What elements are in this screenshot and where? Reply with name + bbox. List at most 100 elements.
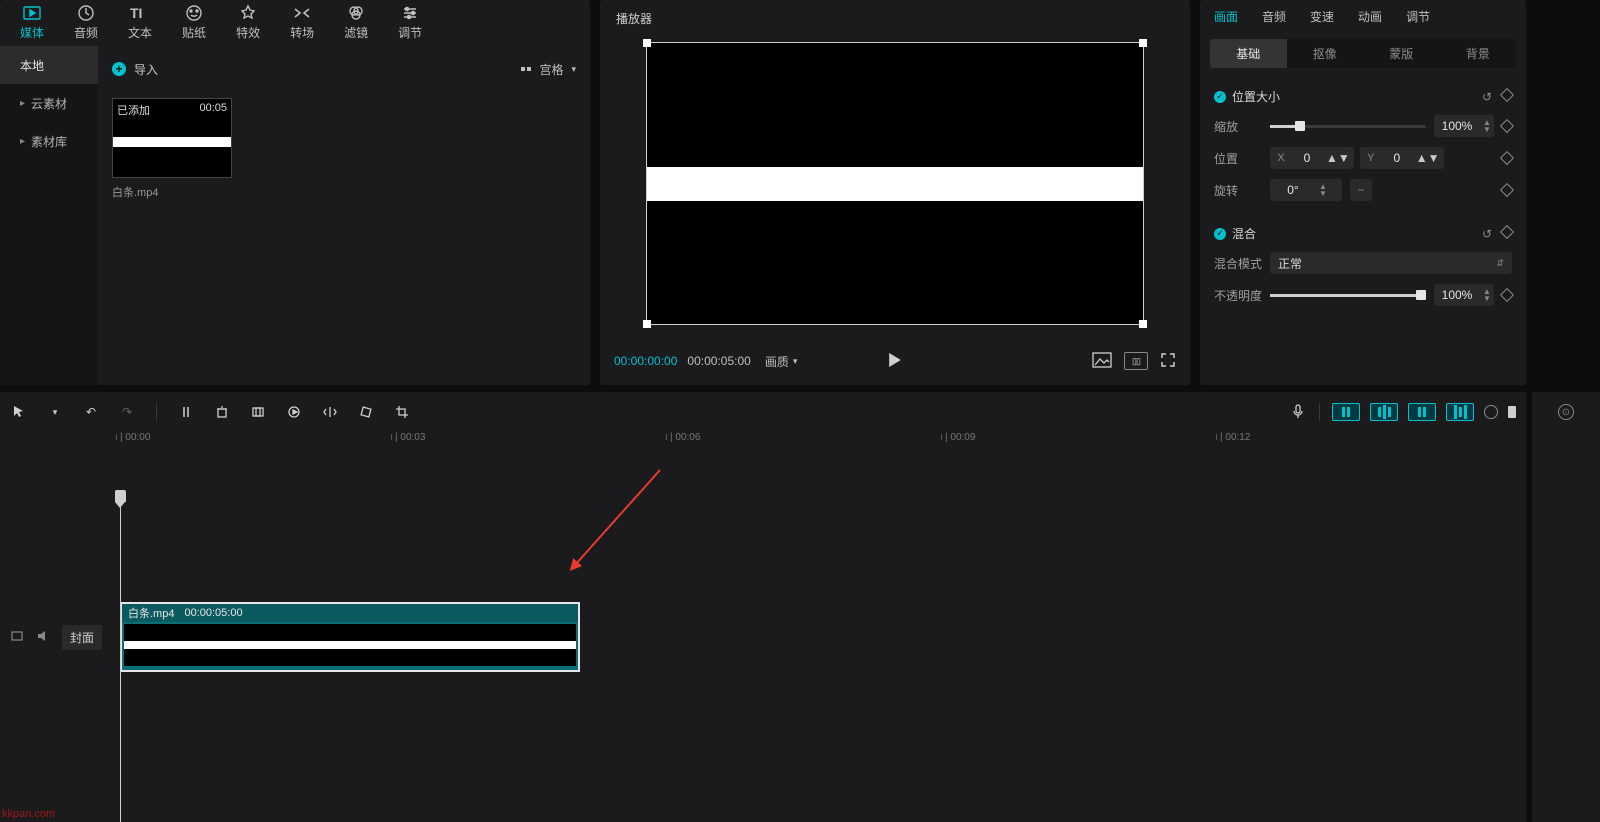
- preview-content: [647, 167, 1143, 201]
- sidebar-item[interactable]: ▸云素材: [0, 84, 98, 122]
- resize-handle-bl[interactable]: [643, 320, 651, 328]
- sidebar-item[interactable]: 本地: [0, 46, 98, 84]
- clip-thumbnail: 已添加 00:05: [112, 98, 232, 178]
- resize-handle-tr[interactable]: [1139, 39, 1147, 47]
- timeline-ruler[interactable]: | 00:00 | 00:03 | 00:06 | 00:09 | 00:12: [120, 432, 1526, 452]
- grid-toggle[interactable]: 宫格 ▾: [521, 61, 576, 78]
- section-pos-size: 位置大小: [1232, 88, 1280, 105]
- sub-tab[interactable]: 蒙版: [1363, 39, 1440, 68]
- tab-adjust[interactable]: 调节: [398, 4, 422, 44]
- position-x-field[interactable]: X0▲▼: [1270, 147, 1354, 169]
- ratio-button[interactable]: ▯▯: [1124, 352, 1148, 370]
- rotate-field[interactable]: 0° ▲▼: [1270, 179, 1342, 201]
- tab-trans[interactable]: 转场: [290, 4, 314, 44]
- preview-viewport[interactable]: [646, 42, 1144, 325]
- keyframe-icon[interactable]: [1500, 183, 1514, 197]
- fx-icon: [237, 4, 259, 22]
- crop-button[interactable]: [249, 403, 267, 421]
- text-icon: TI: [129, 4, 151, 22]
- ruler-tick: | 00:12: [1220, 432, 1250, 443]
- sub-tab[interactable]: 抠像: [1287, 39, 1364, 68]
- player-title: 播放器: [600, 0, 1190, 27]
- grid-label: 宫格: [539, 61, 563, 78]
- svg-text:TI: TI: [130, 5, 142, 21]
- zoom-fit-button[interactable]: ⊙: [1558, 404, 1574, 420]
- audio-icon: [75, 4, 97, 22]
- mic-icon[interactable]: [1289, 403, 1307, 421]
- magnet-button-4[interactable]: [1446, 403, 1474, 421]
- magnet-button-2[interactable]: [1370, 403, 1398, 421]
- sidebar-item[interactable]: ▸素材库: [0, 122, 98, 160]
- track-visibility-icon[interactable]: [10, 629, 24, 646]
- ruler-tick: | 00:03: [395, 432, 425, 443]
- pointer-tool[interactable]: [10, 403, 28, 421]
- magnet-button-1[interactable]: [1332, 403, 1360, 421]
- position-y-field[interactable]: Y0▲▼: [1360, 147, 1444, 169]
- opacity-field[interactable]: 100% ▲▼: [1434, 284, 1494, 306]
- sticker-icon: [183, 4, 205, 22]
- prop-tab[interactable]: 画面: [1214, 8, 1238, 25]
- keyframe-icon[interactable]: [1500, 119, 1514, 133]
- fullscreen-icon[interactable]: [1160, 352, 1176, 371]
- mirror-button[interactable]: [321, 403, 339, 421]
- property-subtabs: 基础抠像蒙版背景: [1210, 39, 1516, 68]
- media-clip[interactable]: 已添加 00:05 白条.mp4: [112, 98, 232, 200]
- scale-slider[interactable]: [1270, 125, 1426, 128]
- timeline-clip[interactable]: 白条.mp4 00:00:05:00: [120, 602, 580, 672]
- cover-button[interactable]: 封面: [62, 625, 102, 650]
- playhead[interactable]: [120, 492, 121, 822]
- prop-tab[interactable]: 音频: [1262, 8, 1286, 25]
- tab-sticker[interactable]: 贴纸: [182, 4, 206, 44]
- blend-mode-select[interactable]: 正常 ⇵: [1270, 252, 1512, 274]
- reset-icon[interactable]: ↺: [1482, 90, 1492, 104]
- opacity-slider[interactable]: [1270, 294, 1426, 297]
- clip-timecode: 00:00:05:00: [184, 607, 242, 619]
- position-label: 位置: [1214, 150, 1262, 167]
- rotate-button[interactable]: [357, 403, 375, 421]
- tab-media[interactable]: 媒体: [20, 4, 44, 44]
- crop2-button[interactable]: [393, 403, 411, 421]
- sub-tab[interactable]: 基础: [1210, 39, 1287, 68]
- tab-fx[interactable]: 特效: [236, 4, 260, 44]
- ruler-tick: | 00:06: [670, 432, 700, 443]
- chevron-down-icon: ▾: [571, 64, 576, 75]
- keyframe-icon[interactable]: [1500, 288, 1514, 302]
- redo-button[interactable]: ↷: [118, 403, 136, 421]
- play-button[interactable]: [888, 353, 902, 370]
- track-mute-icon[interactable]: [36, 629, 50, 646]
- delete-button[interactable]: [213, 403, 231, 421]
- undo-button[interactable]: ↶: [82, 403, 100, 421]
- tab-audio[interactable]: 音频: [74, 4, 98, 44]
- keyframe-icon[interactable]: [1500, 151, 1514, 165]
- magnet-button-3[interactable]: [1408, 403, 1436, 421]
- resize-handle-tl[interactable]: [643, 39, 651, 47]
- checkbox-icon[interactable]: ✓: [1214, 228, 1226, 240]
- quality-dropdown[interactable]: 画质 ▾: [765, 353, 798, 370]
- zoom-slider-knob[interactable]: [1508, 406, 1516, 418]
- checkbox-icon[interactable]: ✓: [1214, 91, 1226, 103]
- split-button[interactable]: [177, 403, 195, 421]
- prop-tab[interactable]: 动画: [1358, 8, 1382, 25]
- prop-tab[interactable]: 变速: [1310, 8, 1334, 25]
- ruler-tick: | 00:09: [945, 432, 975, 443]
- keyframe-icon[interactable]: [1500, 87, 1514, 101]
- tab-text[interactable]: TI文本: [128, 4, 152, 44]
- rotate-reset-button[interactable]: −: [1350, 179, 1372, 201]
- import-button[interactable]: + 导入: [112, 61, 158, 78]
- snapshot-icon[interactable]: [1092, 352, 1112, 371]
- sub-tab[interactable]: 背景: [1440, 39, 1517, 68]
- pointer-dropdown[interactable]: ▾: [46, 403, 64, 421]
- prop-tab[interactable]: 调节: [1406, 8, 1430, 25]
- tab-filter[interactable]: 滤镜: [344, 4, 368, 44]
- chevron-right-icon: ▸: [20, 98, 25, 109]
- reset-icon[interactable]: ↺: [1482, 227, 1492, 241]
- scale-field[interactable]: 100% ▲▼: [1434, 115, 1494, 137]
- zoom-out-button[interactable]: [1484, 405, 1498, 419]
- resize-handle-br[interactable]: [1139, 320, 1147, 328]
- adjust-icon: [399, 4, 421, 22]
- ruler-tick: | 00:00: [120, 432, 150, 443]
- freeze-button[interactable]: [285, 403, 303, 421]
- timeline-panel: ▾ ↶ ↷ | 00:00 | 00:03 | 00:06 | 00:09 | 00:1…: [0, 392, 1526, 822]
- timecode-total: 00:00:05:00: [687, 354, 750, 368]
- keyframe-icon[interactable]: [1500, 224, 1514, 238]
